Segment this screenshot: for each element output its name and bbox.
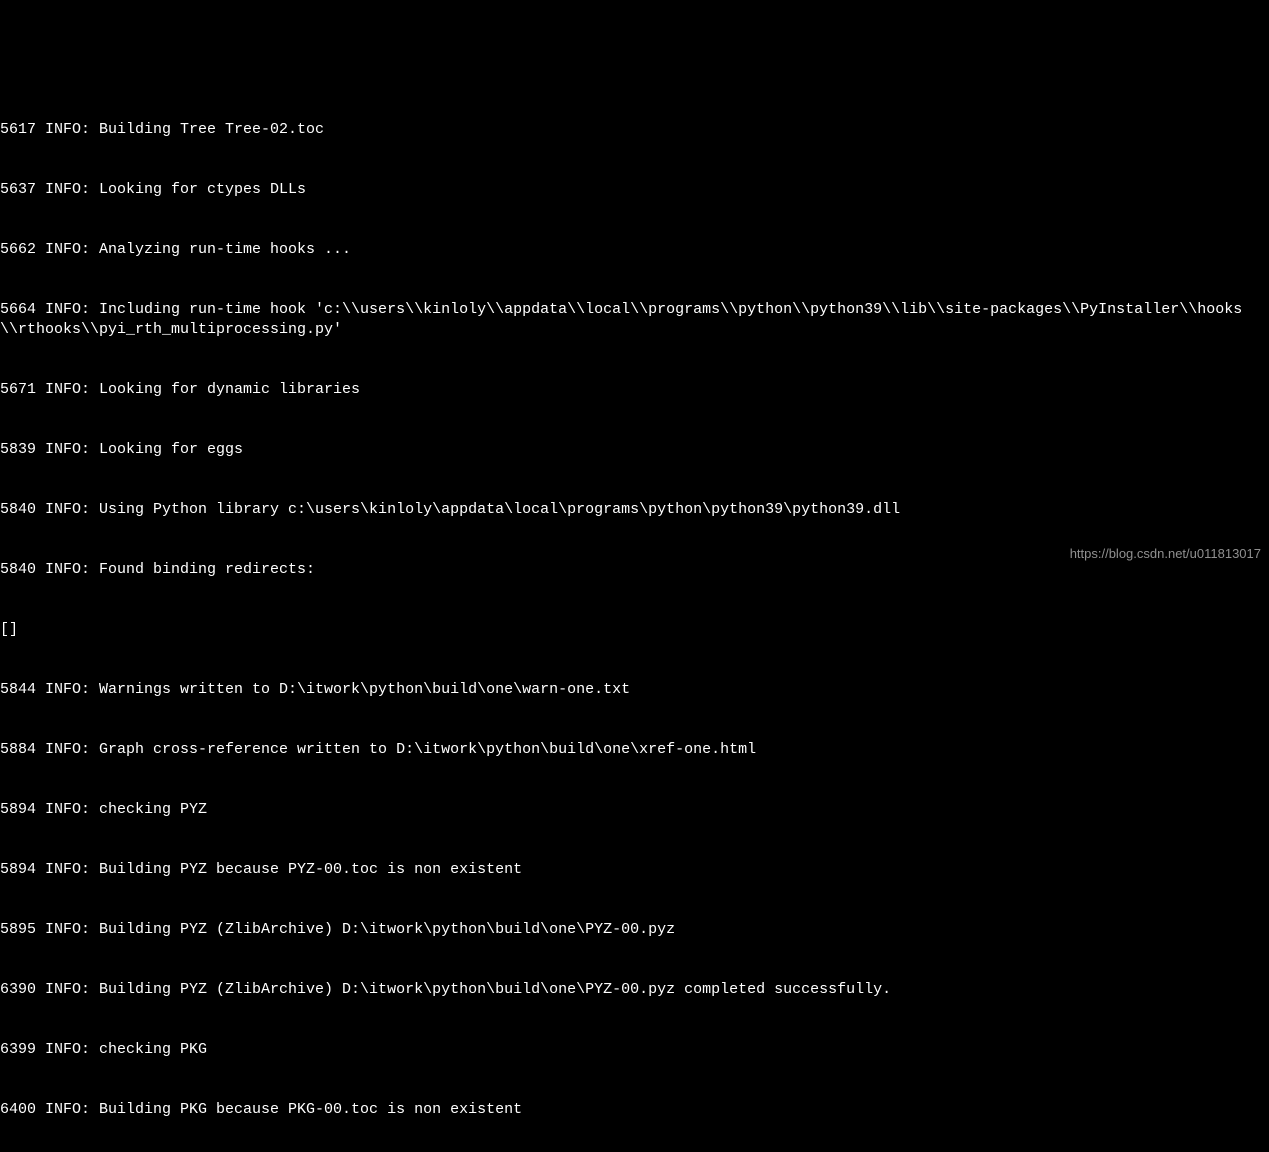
log-line: 5844 INFO: Warnings written to D:\itwork…: [0, 680, 1269, 700]
log-line: 5664 INFO: Including run-time hook 'c:\\…: [0, 300, 1269, 340]
terminal-output[interactable]: 5617 INFO: Building Tree Tree-02.toc 563…: [0, 80, 1269, 1152]
log-line: 5617 INFO: Building Tree Tree-02.toc: [0, 120, 1269, 140]
log-line: 5884 INFO: Graph cross-reference written…: [0, 740, 1269, 760]
log-line: 6399 INFO: checking PKG: [0, 1040, 1269, 1060]
watermark: https://blog.csdn.net/u011813017: [1070, 544, 1261, 564]
log-line: []: [0, 620, 1269, 640]
log-line: 5895 INFO: Building PYZ (ZlibArchive) D:…: [0, 920, 1269, 940]
log-line: 6390 INFO: Building PYZ (ZlibArchive) D:…: [0, 980, 1269, 1000]
log-line: 5662 INFO: Analyzing run-time hooks ...: [0, 240, 1269, 260]
log-line: 5637 INFO: Looking for ctypes DLLs: [0, 180, 1269, 200]
log-line: 5894 INFO: Building PYZ because PYZ-00.t…: [0, 860, 1269, 880]
log-line: 5839 INFO: Looking for eggs: [0, 440, 1269, 460]
log-line: 5671 INFO: Looking for dynamic libraries: [0, 380, 1269, 400]
log-line: 5894 INFO: checking PYZ: [0, 800, 1269, 820]
log-line: 5840 INFO: Using Python library c:\users…: [0, 500, 1269, 520]
log-line: 6400 INFO: Building PKG because PKG-00.t…: [0, 1100, 1269, 1120]
